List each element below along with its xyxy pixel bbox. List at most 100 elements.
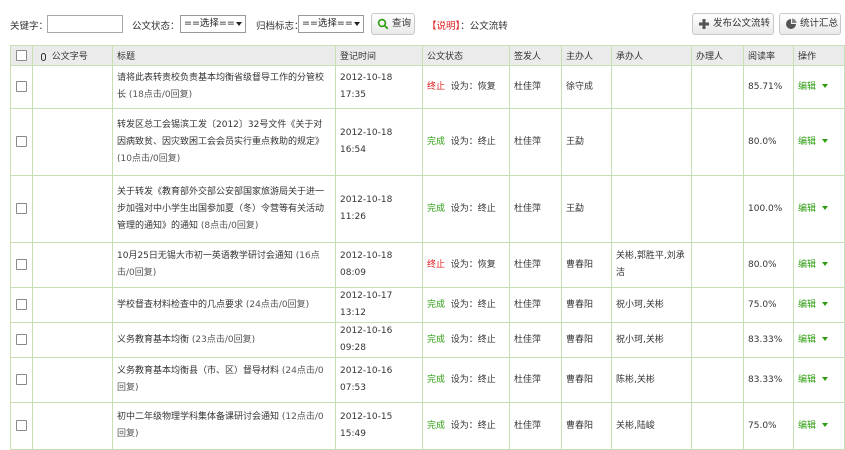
title-link[interactable]: 义务教育基本均衡 bbox=[117, 335, 189, 345]
row-select-cell[interactable] bbox=[10, 287, 33, 323]
handler-cell bbox=[691, 402, 744, 450]
chevron-down-icon[interactable] bbox=[822, 84, 829, 88]
title-link[interactable]: 义务教育基本均衡县（市、区）督导材料 bbox=[117, 366, 279, 376]
chevron-down-icon bbox=[354, 22, 360, 26]
row-checkbox[interactable] bbox=[16, 80, 27, 92]
select-all-cell[interactable] bbox=[10, 45, 33, 66]
title-cell[interactable]: 学校督查材料检查中的几点要求 (24点击/0回复) bbox=[112, 287, 336, 323]
title-link[interactable]: 10月25日无锡大市初一英语教学研讨会通知 bbox=[117, 251, 293, 261]
signer-cell: 杜佳萍 bbox=[509, 242, 562, 288]
handler-cell bbox=[691, 242, 744, 288]
row-checkbox[interactable] bbox=[16, 202, 27, 214]
chevron-down-icon[interactable] bbox=[822, 377, 829, 381]
row-checkbox[interactable] bbox=[16, 419, 27, 431]
title-link[interactable]: 学校督查材料检查中的几点要求 bbox=[117, 300, 243, 310]
header-signer: 签发人 bbox=[509, 45, 562, 66]
status-cell: 完成 设为：终止 bbox=[422, 175, 510, 243]
edit-button[interactable]: 编辑 bbox=[798, 335, 816, 345]
keyword-input[interactable] bbox=[47, 15, 123, 33]
edit-button[interactable]: 编辑 bbox=[798, 375, 816, 385]
table-row: 请将此表转责校负责基本均衡省级督导工作的分管校长 (18点击/0回复) 2012-… bbox=[10, 65, 845, 109]
set-status-link[interactable]: 设为：终止 bbox=[451, 204, 496, 214]
archive-select[interactable]: ==选择== bbox=[298, 15, 364, 33]
row-select-cell[interactable] bbox=[10, 322, 33, 358]
edit-button[interactable]: 编辑 bbox=[798, 300, 816, 310]
title-cell[interactable]: 关于转发《教育部外交部公安部国家旅游局关于进一步加强对中小学生出国参加夏（冬）令… bbox=[112, 175, 336, 243]
title-link[interactable]: 初中二年级物理学科集体备课研讨会通知 bbox=[117, 412, 279, 422]
signer-cell: 杜佳萍 bbox=[509, 108, 562, 176]
undertaker-cell: 关彬,郭胜平,刘承洁 bbox=[611, 242, 692, 288]
set-status-link[interactable]: 设为：终止 bbox=[451, 375, 496, 385]
chevron-down-icon[interactable] bbox=[822, 423, 829, 427]
set-status-link[interactable]: 设为：恢复 bbox=[451, 82, 496, 92]
status-label: 公文状态： bbox=[132, 21, 180, 32]
set-status-link[interactable]: 设为：终止 bbox=[451, 300, 496, 310]
edit-button[interactable]: 编辑 bbox=[798, 260, 816, 270]
row-select-cell[interactable] bbox=[10, 108, 33, 176]
row-select-cell[interactable] bbox=[10, 402, 33, 450]
chevron-down-icon[interactable] bbox=[822, 262, 829, 266]
title-cell[interactable]: 请将此表转责校负责基本均衡省级督导工作的分管校长 (18点击/0回复) bbox=[112, 65, 336, 109]
row-checkbox[interactable] bbox=[16, 135, 27, 147]
handler-cell bbox=[691, 322, 744, 358]
title-cell[interactable]: 转发区总工会锡滨工发〔2012〕32号文件《关于对因病致贫、因灾致困工会会员实行… bbox=[112, 108, 336, 176]
edit-button[interactable]: 编辑 bbox=[798, 421, 816, 431]
title-link[interactable]: 转发区总工会锡滨工发〔2012〕32号文件《关于对因病致贫、因灾致困工会会员实行… bbox=[117, 120, 324, 147]
chevron-down-icon[interactable] bbox=[822, 206, 829, 210]
host-cell: 曹春阳 bbox=[561, 357, 612, 403]
status-badge: 完成 bbox=[427, 136, 446, 147]
chevron-down-icon[interactable] bbox=[822, 139, 829, 143]
undertaker-cell bbox=[611, 65, 692, 109]
click-count: (24点击/0回复) bbox=[245, 299, 310, 310]
attachment-icon bbox=[41, 52, 46, 61]
signer-cell: 杜佳萍 bbox=[509, 287, 562, 323]
action-cell[interactable]: 编辑 bbox=[793, 65, 845, 109]
action-cell[interactable]: 编辑 bbox=[793, 175, 845, 243]
query-button[interactable]: 查询 bbox=[371, 13, 415, 35]
action-cell[interactable]: 编辑 bbox=[793, 322, 845, 358]
chevron-down-icon[interactable] bbox=[822, 302, 829, 306]
row-select-cell[interactable] bbox=[10, 65, 33, 109]
set-status-link[interactable]: 设为：终止 bbox=[451, 137, 496, 147]
title-cell[interactable]: 义务教育基本均衡县（市、区）督导材料 (24点击/0回复) bbox=[112, 357, 336, 403]
row-checkbox[interactable] bbox=[16, 373, 27, 385]
row-checkbox[interactable] bbox=[16, 298, 27, 310]
signer-cell: 杜佳萍 bbox=[509, 175, 562, 243]
status-badge: 终止 bbox=[427, 259, 446, 270]
action-cell[interactable]: 编辑 bbox=[793, 108, 845, 176]
title-cell[interactable]: 初中二年级物理学科集体备课研讨会通知 (12点击/0回复) bbox=[112, 402, 336, 450]
set-status-link[interactable]: 设为：终止 bbox=[451, 335, 496, 345]
chevron-down-icon[interactable] bbox=[822, 337, 829, 341]
title-cell[interactable]: 义务教育基本均衡 (23点击/0回复) bbox=[112, 322, 336, 358]
set-status-link[interactable]: 设为：终止 bbox=[451, 421, 496, 431]
status-cell: 终止 设为：恢复 bbox=[422, 242, 510, 288]
status-badge: 完成 bbox=[427, 203, 446, 214]
row-checkbox[interactable] bbox=[16, 333, 27, 345]
action-cell[interactable]: 编辑 bbox=[793, 242, 845, 288]
edit-button[interactable]: 编辑 bbox=[798, 82, 816, 92]
chevron-down-icon bbox=[236, 22, 242, 26]
stats-button[interactable]: 统计汇总 bbox=[779, 13, 841, 35]
row-select-cell[interactable] bbox=[10, 175, 33, 243]
set-status-link[interactable]: 设为：恢复 bbox=[451, 260, 496, 270]
status-select[interactable]: ==选择== bbox=[180, 15, 246, 33]
status-cell: 终止 设为：恢复 bbox=[422, 65, 510, 109]
select-all-checkbox[interactable] bbox=[16, 50, 27, 61]
row-select-cell[interactable] bbox=[10, 357, 33, 403]
note: 【说明】：公文流转 bbox=[427, 18, 508, 32]
host-cell: 曹春阳 bbox=[561, 322, 612, 358]
doc-no-cell bbox=[32, 402, 113, 450]
publish-button[interactable]: 发布公文流转 bbox=[692, 13, 774, 35]
table-header-row: 公文字号 标题 登记时间 公文状态 签发人 主办人 承办人 办理人 阅读率 操作 bbox=[10, 45, 845, 66]
edit-button[interactable]: 编辑 bbox=[798, 137, 816, 147]
action-cell[interactable]: 编辑 bbox=[793, 287, 845, 323]
status-badge: 完成 bbox=[427, 420, 446, 431]
title-cell[interactable]: 10月25日无锡大市初一英语教学研讨会通知 (16点击/0回复) bbox=[112, 242, 336, 288]
header-undertaker: 承办人 bbox=[611, 45, 692, 66]
row-select-cell[interactable] bbox=[10, 242, 33, 288]
action-cell[interactable]: 编辑 bbox=[793, 357, 845, 403]
host-cell: 徐守成 bbox=[561, 65, 612, 109]
action-cell[interactable]: 编辑 bbox=[793, 402, 845, 450]
edit-button[interactable]: 编辑 bbox=[798, 204, 816, 214]
row-checkbox[interactable] bbox=[16, 258, 27, 270]
